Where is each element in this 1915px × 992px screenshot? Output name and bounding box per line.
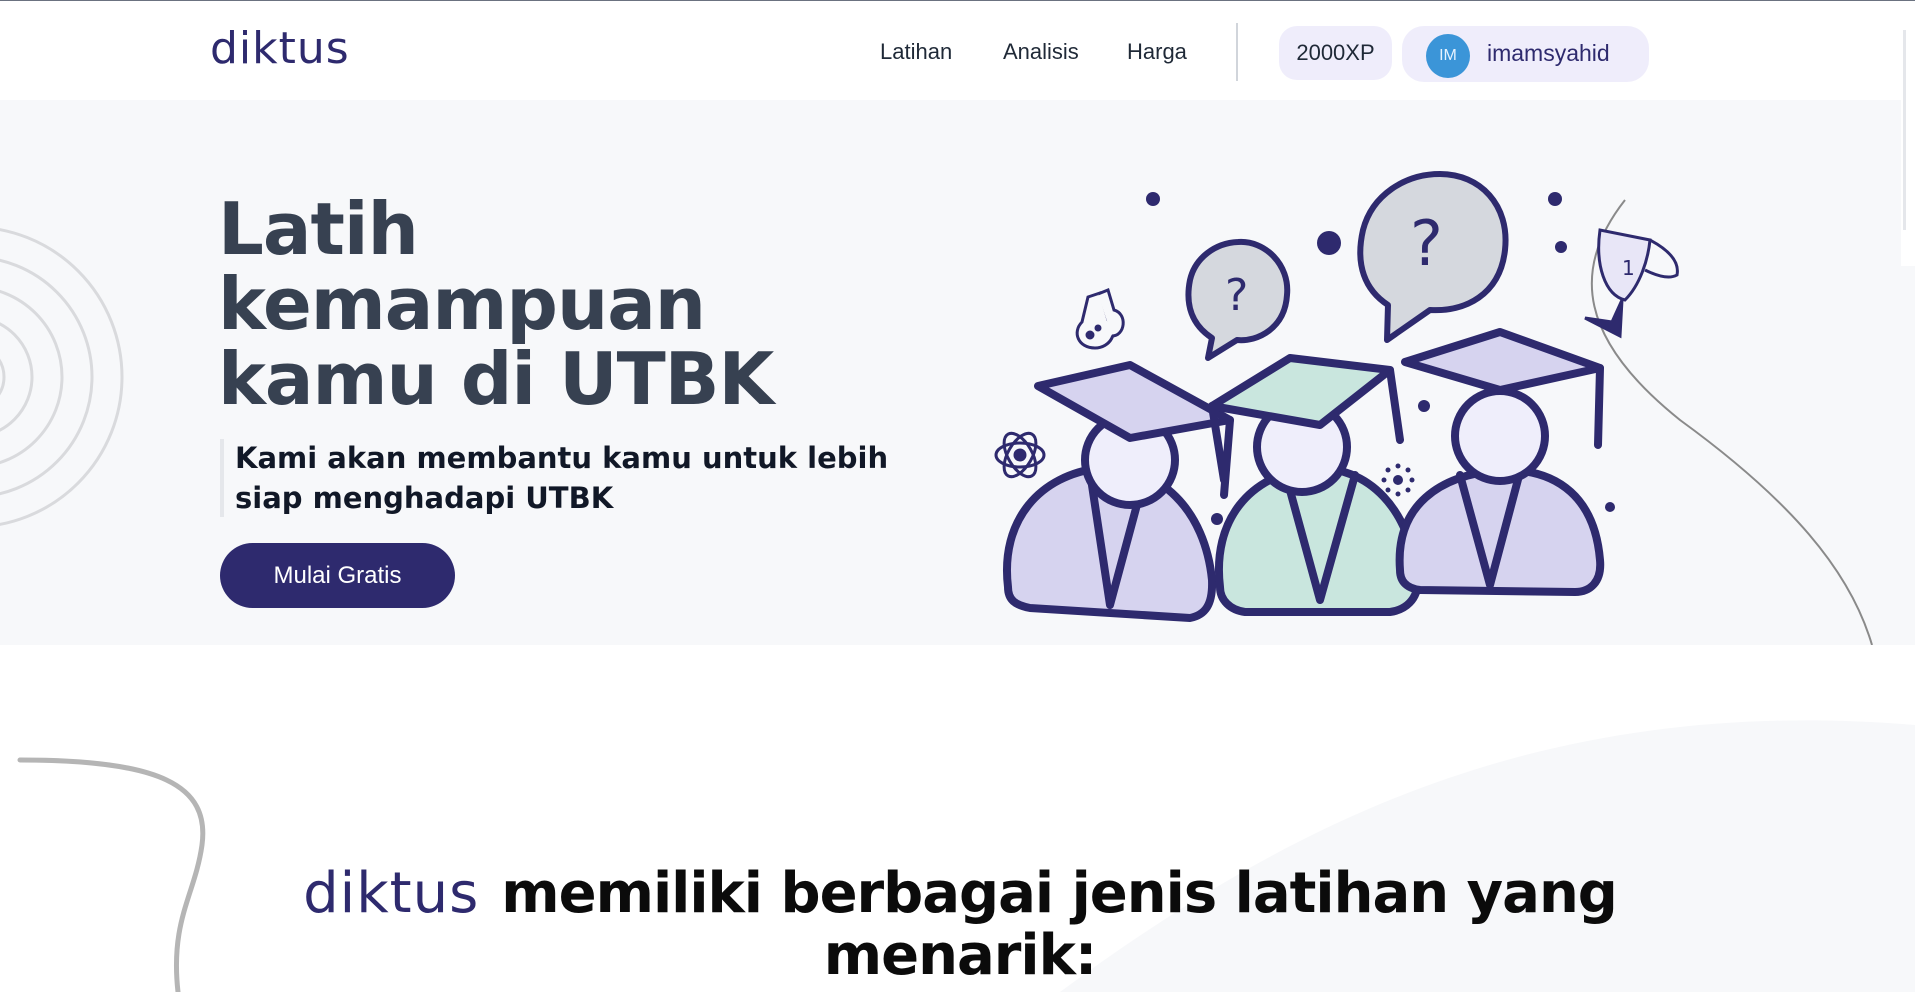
subtitle-accent-bar xyxy=(220,439,224,517)
username: imamsyahid xyxy=(1487,40,1610,66)
xp-badge: 2000XP xyxy=(1279,26,1392,80)
lab-flask-icon xyxy=(1075,287,1125,350)
nav-harga[interactable]: Harga xyxy=(1127,39,1187,65)
student-figure-middle xyxy=(1208,354,1422,616)
logo[interactable]: diktus xyxy=(210,23,350,74)
site-header: diktus Latihan Analisis Harga 2000XP IM … xyxy=(0,1,1915,100)
avatar: IM xyxy=(1426,34,1470,78)
features-heading-logo: diktus xyxy=(303,861,480,926)
atom-icon xyxy=(994,431,1046,479)
nav-divider xyxy=(1236,23,1238,81)
hero-subtitle: Kami akan membantu kamu untuk lebih siap… xyxy=(235,441,889,515)
question-bubble-small: ? xyxy=(1185,238,1291,361)
trophy-icon: 1 xyxy=(1584,228,1679,339)
hero-section: ? ? 1 Latih kemampuan kamu di UTBK Kami … xyxy=(0,100,1915,645)
question-bubble-large: ? xyxy=(1357,171,1509,343)
nav-analisis[interactable]: Analisis xyxy=(1003,39,1079,65)
user-menu-button[interactable]: IM imamsyahid xyxy=(1402,26,1649,82)
svg-text:?: ? xyxy=(1410,207,1443,280)
scrollbar-thumb[interactable] xyxy=(1903,30,1906,230)
concentric-circles-decoration xyxy=(0,228,124,526)
molecule-icon xyxy=(1381,463,1415,497)
student-figure-left xyxy=(1003,361,1234,622)
hero-title: Latih kemampuan kamu di UTBK xyxy=(218,187,774,421)
features-heading-text: memiliki berbagai jenis latihan yang men… xyxy=(501,861,1618,988)
start-free-button[interactable]: Mulai Gratis xyxy=(220,543,455,608)
svg-text:1: 1 xyxy=(1622,256,1635,280)
svg-text:?: ? xyxy=(1225,270,1248,321)
features-heading: diktus memiliki berbagai jenis latihan ya… xyxy=(260,863,1660,987)
features-section: diktus memiliki berbagai jenis latihan ya… xyxy=(0,645,1915,992)
student-figure-right xyxy=(1395,328,1605,596)
nav-latihan[interactable]: Latihan xyxy=(880,39,952,65)
